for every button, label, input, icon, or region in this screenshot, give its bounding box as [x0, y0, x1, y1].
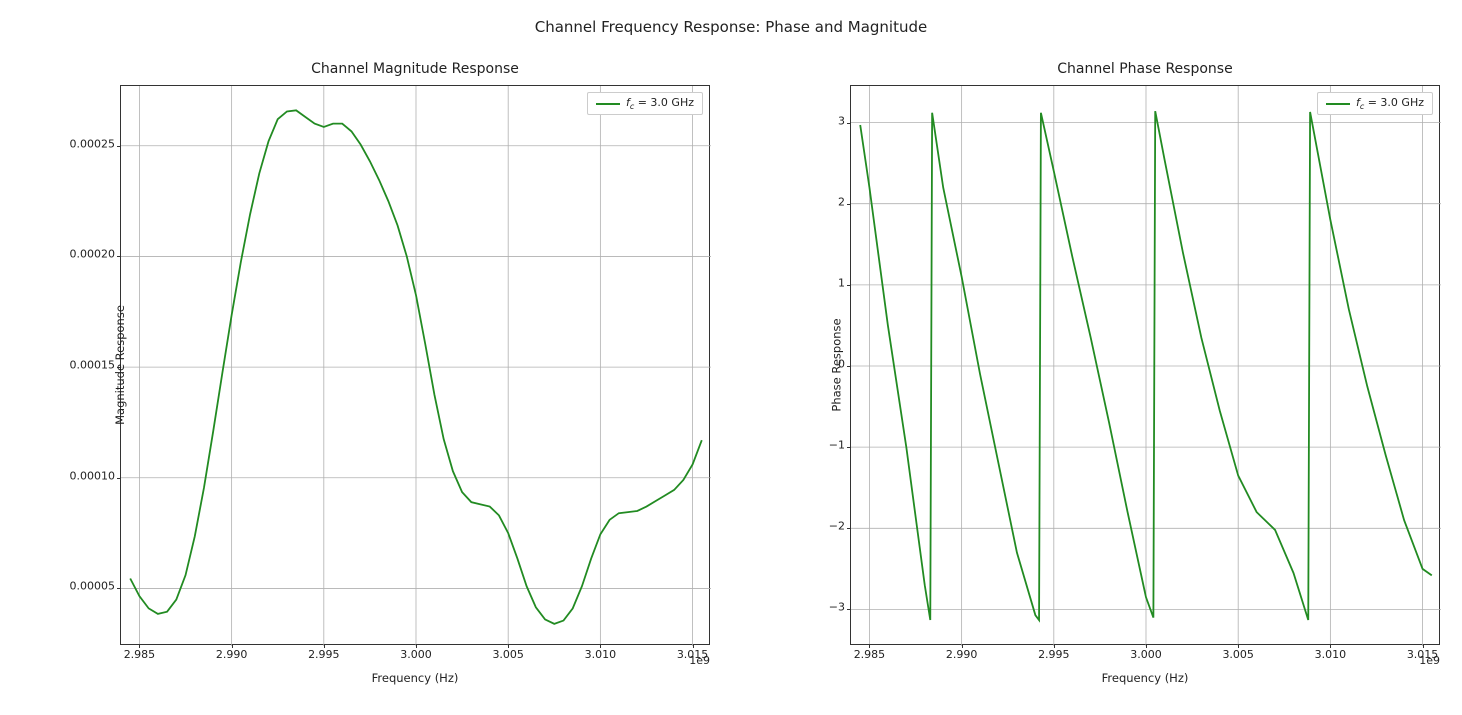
- y-tick-mark: [847, 366, 851, 367]
- y-tick-mark: [847, 123, 851, 124]
- x-tick-label: 3.010: [1315, 648, 1347, 661]
- y-axis-label: Magnitude Response: [113, 305, 127, 425]
- y-tick-mark: [847, 447, 851, 448]
- y-tick-label: 3: [838, 114, 845, 127]
- legend-swatch: [596, 103, 620, 105]
- subplot-title: Channel Phase Response: [850, 61, 1440, 77]
- x-tick-label: 3.005: [1222, 648, 1254, 661]
- x-tick-label: 2.985: [854, 648, 886, 661]
- legend-label: fc = 3.0 GHz: [626, 96, 694, 111]
- legend-label: fc = 3.0 GHz: [1356, 96, 1424, 111]
- figure: Channel Frequency Response: Phase and Ma…: [0, 0, 1462, 715]
- y-tick-label: 0.00010: [70, 469, 116, 482]
- y-tick-label: 0.00015: [70, 359, 116, 372]
- subplot-magnitude: Channel Magnitude Response fc = 3.0 GHz …: [120, 85, 710, 645]
- plot-area: fc = 3.0 GHz 2.9852.9902.9953.0003.0053.…: [120, 85, 710, 645]
- x-tick-label: 2.995: [308, 648, 340, 661]
- plot-svg: [851, 86, 1441, 646]
- y-tick-label: 0.00025: [70, 137, 116, 150]
- x-tick-label: 2.990: [946, 648, 978, 661]
- y-tick-label: 0.00005: [70, 580, 116, 593]
- plot-svg: [121, 86, 711, 646]
- x-axis-offset: 1e9: [1419, 654, 1440, 667]
- y-tick-mark: [847, 285, 851, 286]
- legend: fc = 3.0 GHz: [587, 92, 703, 115]
- y-tick-mark: [117, 478, 121, 479]
- legend: fc = 3.0 GHz: [1317, 92, 1433, 115]
- x-tick-label: 2.985: [124, 648, 156, 661]
- x-axis-label: Frequency (Hz): [120, 671, 710, 685]
- y-tick-label: 1: [838, 276, 845, 289]
- x-tick-label: 3.000: [1130, 648, 1162, 661]
- grid-lines: [851, 86, 1441, 646]
- subplot-phase: Channel Phase Response fc = 3.0 GHz 2.98…: [850, 85, 1440, 645]
- x-tick-label: 2.995: [1038, 648, 1070, 661]
- x-axis-offset: 1e9: [689, 654, 710, 667]
- y-tick-label: 2: [838, 195, 845, 208]
- y-tick-mark: [117, 588, 121, 589]
- y-tick-mark: [847, 609, 851, 610]
- x-axis-label: Frequency (Hz): [850, 671, 1440, 685]
- plot-area: fc = 3.0 GHz 2.9852.9902.9953.0003.0053.…: [850, 85, 1440, 645]
- x-tick-label: 3.005: [492, 648, 524, 661]
- y-tick-mark: [847, 528, 851, 529]
- y-tick-mark: [847, 204, 851, 205]
- y-tick-label: 0.00020: [70, 248, 116, 261]
- x-tick-label: 2.990: [216, 648, 248, 661]
- x-tick-label: 3.010: [585, 648, 617, 661]
- y-tick-label: −3: [829, 601, 845, 614]
- figure-suptitle: Channel Frequency Response: Phase and Ma…: [0, 18, 1462, 36]
- grid-lines: [121, 86, 711, 646]
- x-tick-label: 3.000: [400, 648, 432, 661]
- y-tick-label: −2: [829, 520, 845, 533]
- y-tick-mark: [117, 256, 121, 257]
- y-tick-mark: [117, 146, 121, 147]
- y-axis-label: Phase Response: [830, 318, 844, 411]
- legend-swatch: [1326, 103, 1350, 105]
- subplot-title: Channel Magnitude Response: [120, 61, 710, 77]
- y-tick-label: −1: [829, 439, 845, 452]
